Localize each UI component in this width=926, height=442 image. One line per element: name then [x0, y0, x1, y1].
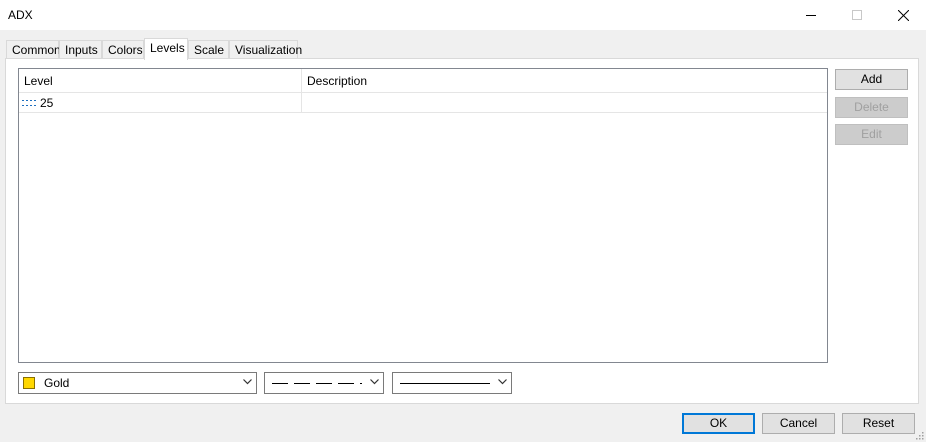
edit-button[interactable]: Edit [835, 124, 908, 145]
close-button[interactable] [880, 0, 926, 30]
chevron-down-icon [498, 379, 507, 385]
column-header-level[interactable]: Level [19, 69, 302, 92]
column-header-description[interactable]: Description [302, 69, 827, 92]
chevron-down-icon [243, 379, 252, 385]
close-icon [897, 9, 909, 21]
tab-levels[interactable]: Levels [144, 38, 188, 60]
resize-grip-icon[interactable] [914, 430, 924, 440]
tab-common[interactable]: Common [6, 40, 61, 59]
maximize-icon [852, 10, 862, 20]
dotted-line-icon [22, 100, 36, 106]
line-width-select[interactable] [392, 372, 512, 394]
levels-list[interactable]: Level Description 25 [18, 68, 828, 363]
levels-panel: Level Description 25 Add Delete Edit Gol… [5, 58, 919, 404]
solid-line-icon [400, 383, 490, 384]
delete-button[interactable]: Delete [835, 97, 908, 118]
tab-colors[interactable]: Colors [102, 40, 144, 59]
ok-button[interactable]: OK [682, 413, 755, 434]
tab-scale[interactable]: Scale [188, 40, 229, 59]
color-swatch [23, 377, 35, 389]
dashed-line-icon [272, 383, 362, 384]
cancel-button[interactable]: Cancel [762, 413, 835, 434]
tab-inputs[interactable]: Inputs [59, 40, 102, 59]
title-bar: ADX [0, 0, 926, 30]
add-button[interactable]: Add [835, 69, 908, 90]
maximize-button[interactable] [834, 0, 880, 30]
level-row[interactable]: 25 [19, 93, 827, 113]
line-style-select[interactable] [264, 372, 384, 394]
dialog-window: ADX Common Inputs Colors Levels Scale Vi… [0, 0, 926, 442]
minimize-button[interactable] [788, 0, 834, 30]
level-value: 25 [40, 96, 54, 110]
levels-list-header: Level Description [19, 69, 827, 93]
color-select-value: Gold [44, 376, 70, 390]
tab-visualization[interactable]: Visualization [229, 40, 302, 59]
chevron-down-icon [370, 379, 379, 385]
level-cell: 25 [22, 93, 53, 113]
window-title: ADX [8, 8, 33, 22]
reset-button[interactable]: Reset [842, 413, 915, 434]
minimize-icon [806, 15, 816, 16]
color-select[interactable]: Gold [18, 372, 257, 394]
